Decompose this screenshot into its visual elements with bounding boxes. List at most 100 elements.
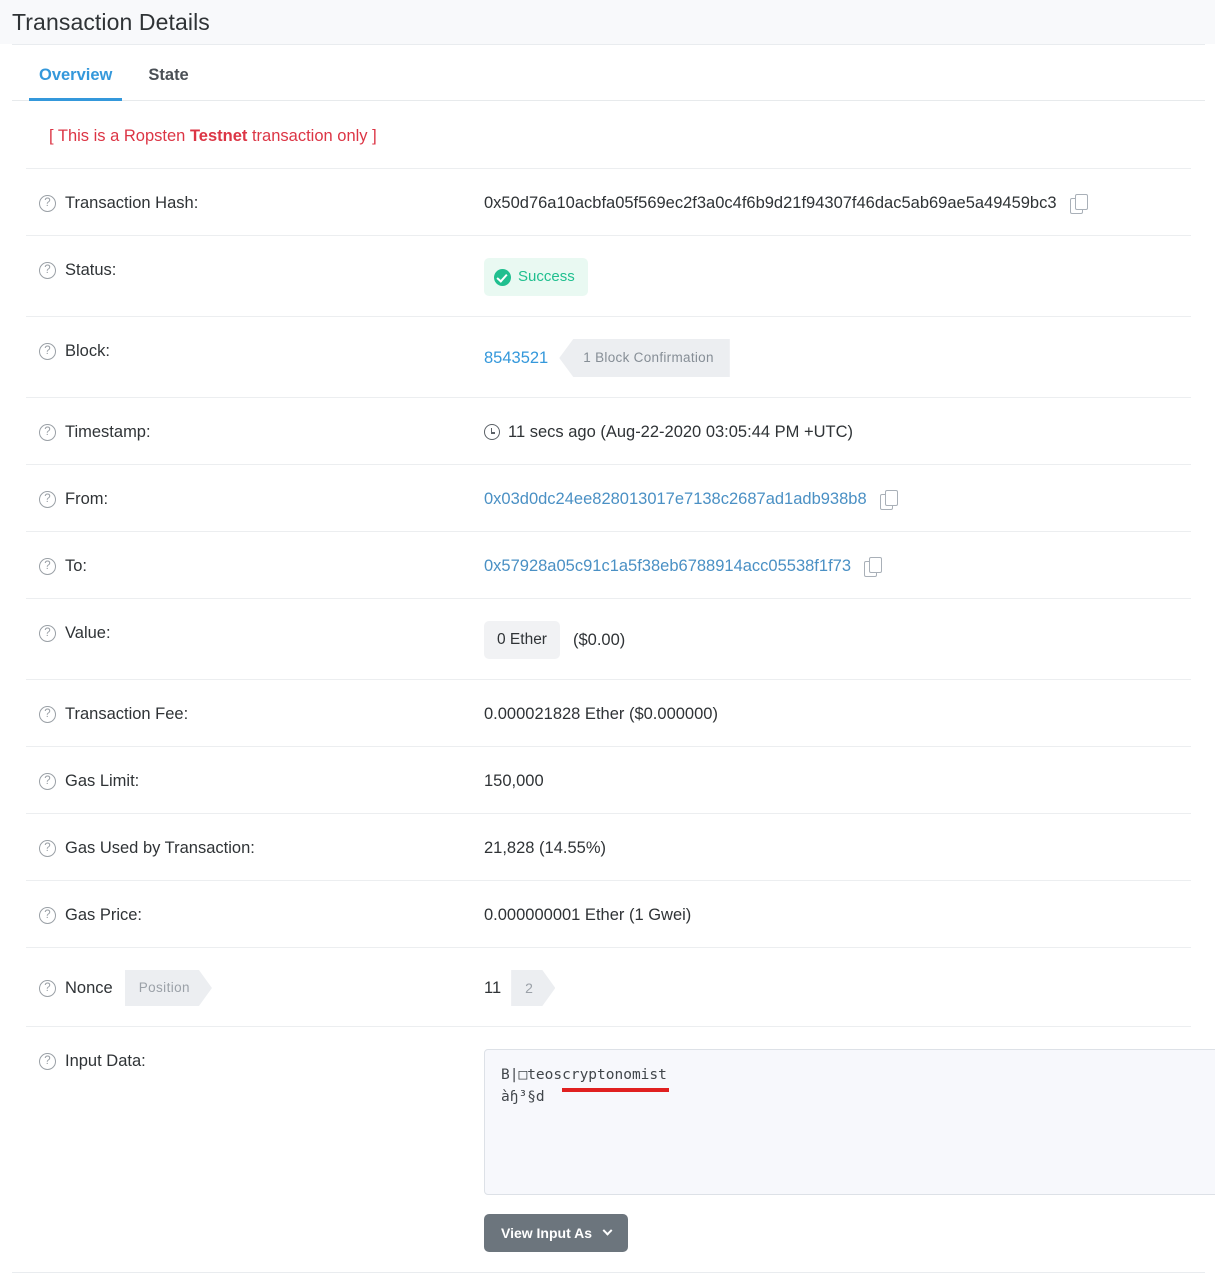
label-text: Gas Limit: — [65, 769, 139, 793]
label-status: ? Status: — [26, 258, 484, 282]
label-nonce: ? Nonce Position — [26, 970, 484, 1006]
label-text: Gas Used by Transaction: — [65, 836, 255, 860]
copy-icon[interactable] — [1070, 194, 1089, 213]
label-gas-limit: ? Gas Limit: — [26, 769, 484, 793]
help-icon[interactable]: ? — [39, 907, 56, 924]
row-nonce: ? Nonce Position 11 2 — [26, 947, 1191, 1026]
input-line2: àɧ³§d — [501, 1089, 545, 1105]
clock-icon — [484, 424, 500, 440]
block-confirmation-tag: 1 Block Confirmation — [559, 339, 730, 377]
card-top-divider — [12, 44, 1205, 45]
label-text: Block: — [65, 339, 110, 363]
status-badge: Success — [484, 258, 588, 296]
notice-suffix: transaction only ] — [247, 127, 376, 145]
value-transaction-fee: 0.000021828 Ether ($0.000000) — [484, 702, 1191, 726]
help-icon[interactable]: ? — [39, 343, 56, 360]
help-icon[interactable]: ? — [39, 840, 56, 857]
value-nonce: 11 2 — [484, 970, 1191, 1006]
value-block: 8543521 1 Block Confirmation — [484, 339, 1191, 377]
block-number-link[interactable]: 8543521 — [484, 346, 548, 370]
label-input-data: ? Input Data: — [26, 1049, 484, 1073]
label-text: To: — [65, 554, 87, 578]
row-gas-used: ? Gas Used by Transaction: 21,828 (14.55… — [26, 813, 1191, 880]
help-icon[interactable]: ? — [39, 1053, 56, 1070]
help-icon[interactable]: ? — [39, 491, 56, 508]
help-icon[interactable]: ? — [39, 262, 56, 279]
value-status: Success — [484, 258, 1191, 296]
row-to: ? To: 0x57928a05c91c1a5f38eb6788914acc05… — [26, 531, 1191, 598]
label-text: Timestamp: — [65, 420, 151, 444]
nonce-value: 11 — [484, 976, 501, 1000]
help-icon[interactable]: ? — [39, 773, 56, 790]
label-from: ? From: — [26, 487, 484, 511]
value-gas-limit: 150,000 — [484, 769, 1191, 793]
label-text: From: — [65, 487, 108, 511]
label-value: ? Value: — [26, 621, 484, 645]
label-text: Nonce — [65, 976, 113, 1000]
copy-icon[interactable] — [864, 557, 883, 576]
row-block: ? Block: 8543521 1 Block Confirmation — [26, 316, 1191, 397]
input-data-textarea[interactable]: B|□teoscryptonomist àɧ³§d — [484, 1049, 1215, 1195]
input-data-wrap: B|□teoscryptonomist àɧ³§d View Input As — [484, 1049, 1191, 1252]
timestamp-text: 11 secs ago (Aug-22-2020 03:05:44 PM +UT… — [508, 420, 853, 444]
transaction-hash-text: 0x50d76a10acbfa05f569ec2f3a0c4f6b9d21f94… — [484, 191, 1057, 215]
value-to: 0x57928a05c91c1a5f38eb6788914acc05538f1f… — [484, 554, 1191, 578]
value-ether: 0 Ether ($0.00) — [484, 621, 1191, 659]
page-header: Transaction Details — [0, 0, 1215, 44]
value-amount-pill: 0 Ether — [484, 621, 560, 659]
copy-icon[interactable] — [880, 490, 899, 509]
label-to: ? To: — [26, 554, 484, 578]
input-line1-prefix: B|□teos — [501, 1067, 562, 1083]
label-text: Gas Price: — [65, 903, 142, 927]
from-address-link[interactable]: 0x03d0dc24ee828013017e7138c2687ad1adb938… — [484, 487, 867, 511]
row-gas-limit: ? Gas Limit: 150,000 — [26, 746, 1191, 813]
view-input-as-label: View Input As — [501, 1225, 592, 1241]
value-usd: ($0.00) — [573, 628, 625, 652]
value-gas-price: 0.000000001 Ether (1 Gwei) — [484, 903, 1191, 927]
help-icon[interactable]: ? — [39, 706, 56, 723]
page-title: Transaction Details — [12, 9, 210, 36]
label-text: Transaction Fee: — [65, 702, 188, 726]
help-icon[interactable]: ? — [39, 980, 56, 997]
row-gas-price: ? Gas Price: 0.000000001 Ether (1 Gwei) — [26, 880, 1191, 947]
tab-state[interactable]: State — [138, 66, 198, 101]
help-icon[interactable]: ? — [39, 195, 56, 212]
label-timestamp: ? Timestamp: — [26, 420, 484, 444]
label-gas-used: ? Gas Used by Transaction: — [26, 836, 484, 860]
input-line1-annotated: cryptonomist — [562, 1064, 667, 1086]
help-icon[interactable]: ? — [39, 558, 56, 575]
tab-bar: Overview State — [12, 44, 1205, 101]
row-status: ? Status: Success — [26, 235, 1191, 316]
detail-rows: ? Transaction Hash: 0x50d76a10acbfa05f56… — [12, 168, 1205, 1272]
nonce-position-value: 2 — [511, 970, 555, 1006]
to-address-link[interactable]: 0x57928a05c91c1a5f38eb6788914acc05538f1f… — [484, 554, 851, 578]
help-icon[interactable]: ? — [39, 625, 56, 642]
transaction-card: Overview State [ This is a Ropsten Testn… — [12, 44, 1205, 1273]
label-gas-price: ? Gas Price: — [26, 903, 484, 927]
row-input-data: ? Input Data: B|□teoscryptonomist àɧ³§d … — [26, 1026, 1191, 1272]
value-from: 0x03d0dc24ee828013017e7138c2687ad1adb938… — [484, 487, 1191, 511]
notice-prefix: [ This is a Ropsten — [49, 127, 190, 145]
view-input-as-button[interactable]: View Input As — [484, 1214, 628, 1252]
label-text: Status: — [65, 258, 116, 282]
value-gas-used: 21,828 (14.55%) — [484, 836, 1191, 860]
value-transaction-hash: 0x50d76a10acbfa05f569ec2f3a0c4f6b9d21f94… — [484, 191, 1191, 215]
row-transaction-hash: ? Transaction Hash: 0x50d76a10acbfa05f56… — [26, 168, 1191, 235]
label-text: Value: — [65, 621, 111, 645]
testnet-notice: [ This is a Ropsten Testnet transaction … — [12, 101, 1205, 168]
tab-overview[interactable]: Overview — [29, 66, 122, 101]
row-value: ? Value: 0 Ether ($0.00) — [26, 598, 1191, 679]
label-block: ? Block: — [26, 339, 484, 363]
label-transaction-hash: ? Transaction Hash: — [26, 191, 484, 215]
row-transaction-fee: ? Transaction Fee: 0.000021828 Ether ($0… — [26, 679, 1191, 746]
value-timestamp: 11 secs ago (Aug-22-2020 03:05:44 PM +UT… — [484, 420, 1191, 444]
check-icon — [494, 269, 511, 286]
help-icon[interactable]: ? — [39, 424, 56, 441]
row-timestamp: ? Timestamp: 11 secs ago (Aug-22-2020 03… — [26, 397, 1191, 464]
label-transaction-fee: ? Transaction Fee: — [26, 702, 484, 726]
label-text: Input Data: — [65, 1049, 146, 1073]
chevron-down-icon — [603, 1225, 613, 1235]
label-text: Transaction Hash: — [65, 191, 198, 215]
row-from: ? From: 0x03d0dc24ee828013017e7138c2687a… — [26, 464, 1191, 531]
status-text: Success — [518, 265, 575, 289]
